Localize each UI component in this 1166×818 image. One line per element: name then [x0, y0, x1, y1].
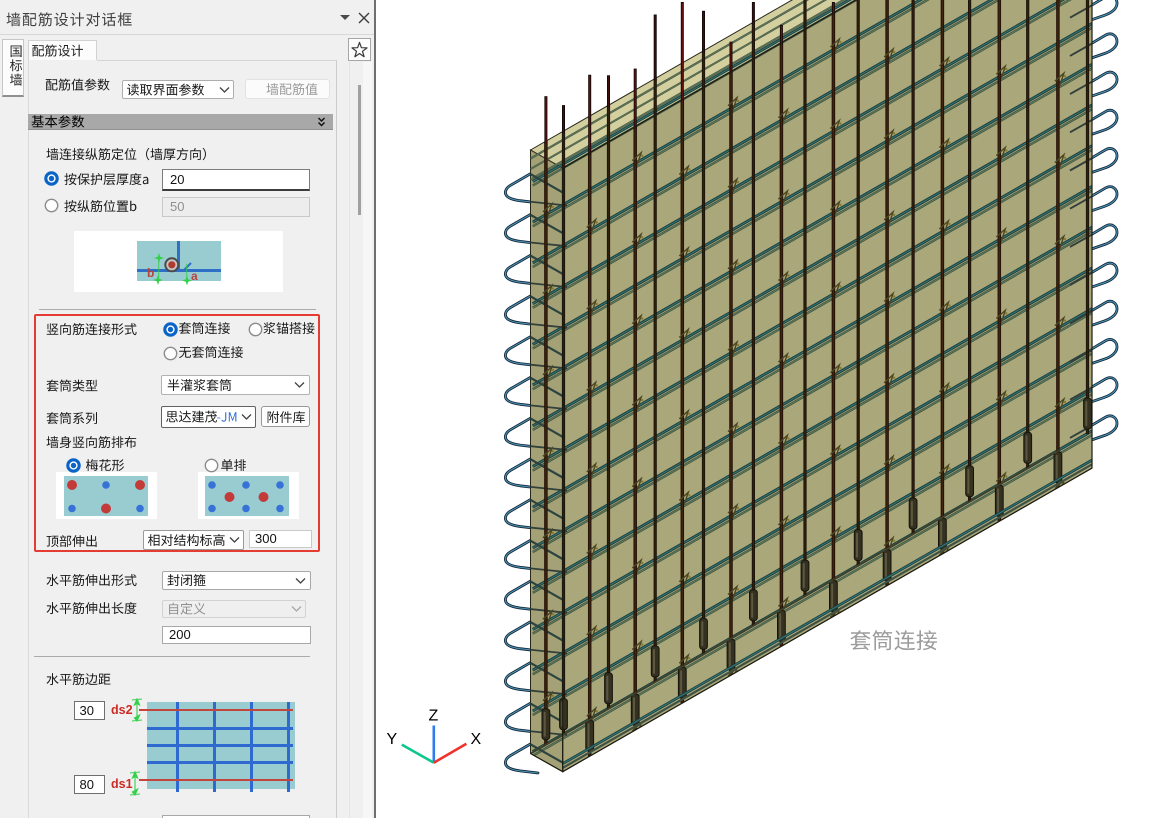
svg-text:X: X [471, 731, 482, 748]
svg-text:Y: Y [387, 731, 398, 748]
svg-text:Z: Z [429, 708, 439, 725]
